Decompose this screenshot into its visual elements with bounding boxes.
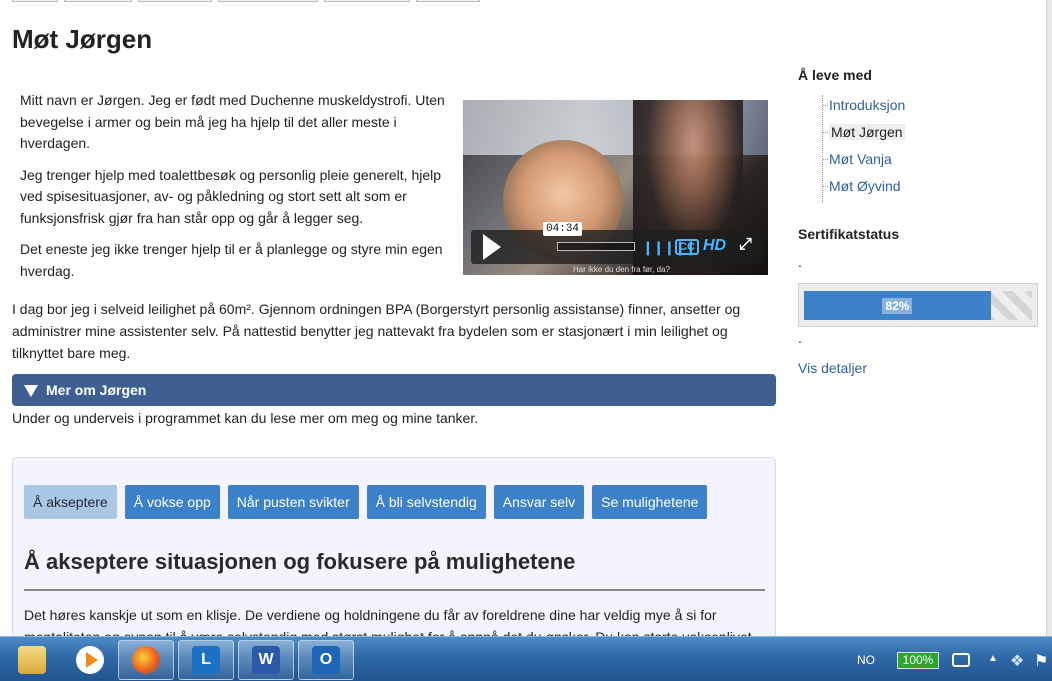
cert-dot-top: . [798, 254, 802, 270]
sidebar-item-mot-vanja[interactable]: Møt Vanja [823, 149, 905, 176]
word-icon: W [252, 646, 280, 674]
sidebar-item-label: Introduksjon [829, 97, 906, 113]
sidebar-item-label: Møt Øyvind [829, 178, 901, 194]
taskbar-media[interactable] [62, 640, 118, 680]
taskbar: L W O NO 100% ▲ ❖ ⚑ [0, 636, 1052, 681]
details-link[interactable]: Vis detaljer [798, 360, 867, 376]
sidebar-nav: Introduksjon Møt Jørgen Møt Vanja Møt Øy… [822, 95, 905, 203]
tab-se-mulighetene[interactable]: Se mulighetene [592, 485, 708, 519]
top-tab-remnants [12, 0, 480, 2]
tab-vokse-opp[interactable]: Å vokse opp [124, 485, 220, 519]
browser-edge [1046, 0, 1052, 636]
expand-triangle-icon [24, 385, 38, 398]
media-player-icon [76, 646, 104, 674]
taskbar-lync[interactable]: L [178, 640, 234, 680]
intro-paragraph-2: Jeg trenger hjelp med toalettbesøk og pe… [20, 166, 442, 226]
taskbar-firefox[interactable] [118, 640, 174, 680]
sidebar-item-introduksjon[interactable]: Introduksjon [823, 95, 905, 122]
topic-tabs: Å akseptere Å vokse opp Når pusten svikt… [24, 485, 708, 519]
progress-label: 82% [882, 297, 913, 314]
battery-indicator[interactable]: 100% [897, 652, 939, 669]
cert-dot-bottom: . [798, 330, 802, 346]
fullscreen-icon[interactable]: ⤢ [739, 236, 752, 254]
accordion-note: Under og underveis i programmet kan du l… [12, 410, 479, 426]
tab-akseptere[interactable]: Å akseptere [24, 485, 117, 519]
panel-heading: Å akseptere situasjonen og fokusere på m… [24, 549, 765, 591]
video-controls: 04:34 ❙❙❙❙❙ CC HD ⤢ [471, 222, 761, 264]
accordion-title: Mer om Jørgen [46, 382, 147, 398]
cert-status-title: Sertifikatstatus [798, 226, 900, 242]
tab-pusten-svikter[interactable]: Når pusten svikter [227, 485, 359, 519]
intro-paragraph-1: Mitt navn er Jørgen. Jeg er født med Duc… [20, 92, 445, 151]
action-center-flag-icon[interactable]: ⚑ [1034, 651, 1048, 671]
sidebar-item-label: Møt Jørgen [829, 124, 905, 140]
progress-fill: 82% [804, 291, 991, 320]
content-panel: Å akseptere Å vokse opp Når pusten svikt… [12, 457, 776, 657]
accordion-header[interactable]: Mer om Jørgen [12, 374, 776, 406]
firefox-icon [132, 646, 160, 674]
intro-text: Mitt navn er Jørgen. Jeg er født med Duc… [20, 90, 445, 292]
sidebar-section-title: Å leve med [798, 67, 872, 83]
video-time: 04:34 [543, 222, 583, 236]
tab-selvstendig[interactable]: Å bli selvstendig [366, 485, 486, 519]
video-subtitle: Har ikke du den fra før, da? [573, 265, 670, 274]
video-scrubber[interactable] [557, 242, 635, 251]
closed-captions-button[interactable]: CC [675, 239, 699, 255]
intro-paragraph-3: Det eneste jeg ikke trenger hjelp til er… [20, 241, 443, 279]
dropbox-icon[interactable]: ❖ [1010, 651, 1024, 671]
tray-expand-icon[interactable]: ▲ [988, 653, 998, 664]
progress-track: 82% [804, 291, 1032, 320]
sidebar-item-mot-oyvind[interactable]: Møt Øyvind [823, 176, 905, 203]
taskbar-outlook[interactable]: O [298, 640, 354, 680]
hd-button[interactable]: HD [703, 237, 726, 255]
sidebar-item-mot-jorgen[interactable]: Møt Jørgen [823, 122, 905, 149]
language-indicator[interactable]: NO [857, 653, 875, 667]
video-player[interactable]: 04:34 ❙❙❙❙❙ CC HD ⤢ Har ikke du den fra … [463, 100, 768, 275]
body-paragraph: I dag bor jeg i selveid leilighet på 60m… [12, 301, 741, 361]
lync-icon: L [192, 646, 220, 674]
tab-ansvar-selv[interactable]: Ansvar selv [493, 485, 585, 519]
explorer-icon [18, 646, 46, 674]
cert-progress: 82% [798, 283, 1038, 327]
taskbar-explorer[interactable] [4, 640, 60, 680]
page-title: Møt Jørgen [12, 24, 153, 54]
play-icon[interactable] [483, 234, 501, 260]
taskbar-word[interactable]: W [238, 640, 294, 680]
outlook-icon: O [312, 646, 340, 674]
power-plug-icon[interactable] [952, 653, 970, 667]
sidebar-item-label: Møt Vanja [829, 151, 892, 167]
